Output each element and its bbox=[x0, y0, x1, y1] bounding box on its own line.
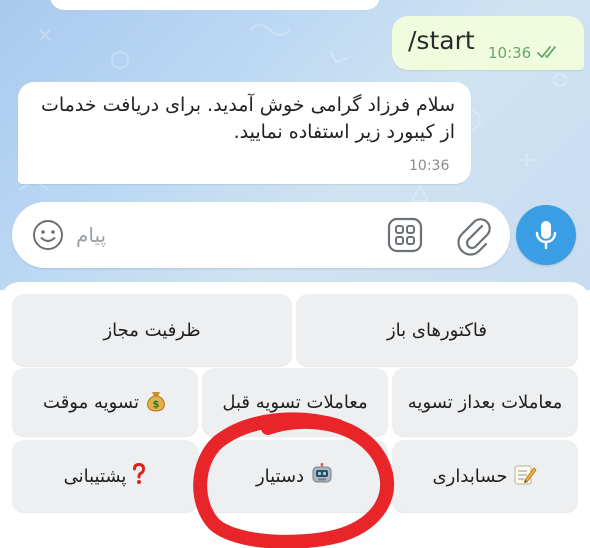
keyboard-button-pre-settlement-trades[interactable]: معاملات تسویه قبل bbox=[202, 368, 388, 436]
question-mark-icon bbox=[132, 462, 146, 490]
incoming-message-bubble[interactable]: سلام فرزاد گرامی خوش آمدید. برای دریافت … bbox=[18, 82, 471, 184]
message-input[interactable] bbox=[76, 216, 376, 254]
keyboard-button-post-settlement-trades[interactable]: معاملات بعداز تسویه bbox=[392, 368, 578, 436]
keyboard-button-allowed-capacity[interactable]: ظرفیت مجاز bbox=[12, 294, 292, 366]
message-composer bbox=[12, 202, 510, 268]
bot-keyboard-icon[interactable] bbox=[386, 216, 424, 254]
memo-icon bbox=[513, 462, 537, 491]
chat-background: /start 10:36 سلام فرزاد گرامی خوش آمدید.… bbox=[0, 0, 590, 290]
svg-text:$: $ bbox=[153, 399, 160, 410]
microphone-icon bbox=[535, 221, 557, 250]
outgoing-message-text: /start bbox=[408, 26, 475, 55]
incoming-message-text: سلام فرزاد گرامی خوش آمدید. برای دریافت … bbox=[40, 94, 455, 143]
emoji-icon[interactable] bbox=[30, 217, 66, 253]
keyboard-button-support[interactable]: پشتیبانی bbox=[12, 440, 198, 512]
keyboard-button-accounting[interactable]: حسابداری bbox=[392, 440, 578, 512]
incoming-message-time: 10:36 bbox=[409, 158, 450, 174]
outgoing-message-bubble[interactable]: /start 10:36 bbox=[392, 16, 584, 70]
robot-icon bbox=[310, 462, 334, 491]
money-bag-icon: $ bbox=[145, 388, 167, 417]
microphone-button[interactable] bbox=[516, 205, 576, 265]
outgoing-message-time: 10:36 bbox=[488, 44, 532, 62]
keyboard-button-open-invoices[interactable]: فاکتورهای باز bbox=[296, 294, 578, 366]
keyboard-button-temporary-settlement[interactable]: $ تسویه موقت bbox=[12, 368, 198, 436]
paperclip-icon[interactable] bbox=[454, 214, 494, 256]
bot-reply-keyboard: فاکتورهای باز ظرفیت مجاز معاملات بعداز ت… bbox=[0, 282, 590, 548]
previous-message-bubble bbox=[50, 0, 380, 10]
double-check-icon bbox=[537, 46, 556, 58]
keyboard-button-assistant[interactable]: دستیار bbox=[202, 440, 388, 512]
